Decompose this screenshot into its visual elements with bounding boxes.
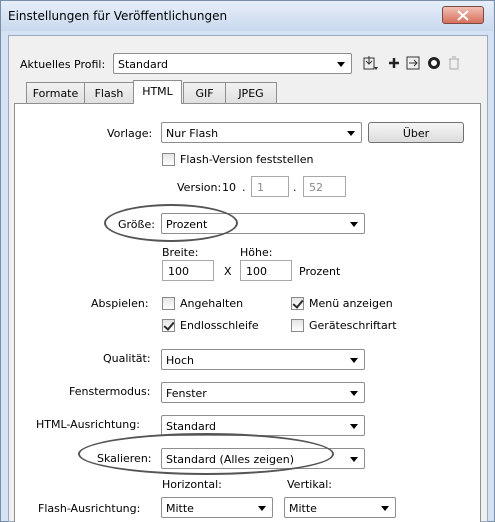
vertical-alignment-value: Mitte bbox=[289, 502, 317, 515]
scale-value: Standard (Alles zeigen) bbox=[166, 453, 295, 466]
device-font-label: Geräteschriftart bbox=[309, 319, 397, 332]
scale-label: Skalieren: bbox=[97, 452, 152, 465]
quality-label: Qualität: bbox=[103, 352, 151, 365]
times-label: X bbox=[224, 265, 232, 278]
height-field[interactable]: 100 bbox=[240, 260, 292, 281]
tab-label: GIF bbox=[195, 87, 214, 100]
template-label: Vorlage: bbox=[107, 127, 153, 140]
quality-select[interactable]: Hoch bbox=[161, 349, 365, 370]
show-menu-label: Menü anzeigen bbox=[309, 297, 393, 310]
close-icon bbox=[457, 10, 469, 21]
size-unit-label: Prozent bbox=[299, 265, 341, 278]
tab-label: Formate bbox=[32, 87, 79, 100]
device-font-checkbox[interactable] bbox=[291, 319, 304, 332]
tab-gif[interactable]: GIF bbox=[183, 82, 226, 103]
loop-checkbox[interactable] bbox=[162, 319, 175, 332]
version-label: Version: bbox=[177, 181, 222, 194]
vertical-alignment-select[interactable]: Mitte bbox=[284, 497, 396, 518]
window-mode-label: Fenstermodus: bbox=[69, 385, 151, 398]
import-export-icon[interactable] bbox=[362, 55, 378, 71]
window-mode-value: Fenster bbox=[166, 387, 207, 400]
tab-jpeg[interactable]: JPEG bbox=[225, 82, 277, 103]
version-minor-field[interactable]: 1 bbox=[251, 176, 289, 197]
tab-label: HTML bbox=[142, 85, 173, 98]
chevron-down-icon bbox=[350, 222, 358, 227]
profile-value: Standard bbox=[118, 58, 169, 71]
vertical-label: Vertikal: bbox=[287, 478, 333, 491]
version-separator: . bbox=[293, 181, 297, 194]
loop-label: Endlosschleife bbox=[180, 319, 259, 332]
playback-label: Abspielen: bbox=[91, 297, 149, 310]
add-icon[interactable] bbox=[386, 55, 402, 71]
chevron-down-icon bbox=[347, 131, 355, 136]
version-revision: 52 bbox=[309, 181, 323, 194]
chevron-down-icon bbox=[337, 62, 345, 67]
size-select[interactable]: Prozent bbox=[161, 213, 365, 234]
delete-icon[interactable] bbox=[446, 55, 462, 71]
html-alignment-label: HTML-Ausrichtung: bbox=[36, 418, 140, 431]
version-minor: 1 bbox=[257, 181, 264, 194]
chevron-down-icon bbox=[350, 424, 358, 429]
tab-html[interactable]: HTML bbox=[133, 80, 182, 104]
tab-label: Flash bbox=[94, 87, 124, 100]
chevron-down-icon bbox=[350, 358, 358, 363]
close-button[interactable] bbox=[442, 6, 484, 24]
html-alignment-value: Standard bbox=[166, 420, 217, 433]
detect-flash-checkbox[interactable] bbox=[162, 153, 175, 166]
tab-flash[interactable]: Flash bbox=[84, 82, 134, 103]
chevron-down-icon bbox=[350, 457, 358, 462]
detect-flash-label: Flash-Version feststellen bbox=[180, 153, 314, 166]
paused-label: Angehalten bbox=[180, 297, 244, 310]
size-label: Größe: bbox=[118, 218, 155, 231]
info-icon[interactable] bbox=[426, 55, 442, 71]
height-label: Höhe: bbox=[240, 246, 273, 259]
tab-formate[interactable]: Formate bbox=[26, 82, 85, 103]
tab-label: JPEG bbox=[238, 87, 264, 100]
height-value: 100 bbox=[246, 265, 267, 278]
width-value: 100 bbox=[168, 265, 189, 278]
template-select[interactable]: Nur Flash bbox=[161, 122, 362, 143]
flash-alignment-label: Flash-Ausrichtung: bbox=[38, 502, 141, 515]
horizontal-label: Horizontal: bbox=[162, 478, 222, 491]
profile-select[interactable]: Standard bbox=[113, 53, 352, 74]
show-menu-checkbox[interactable] bbox=[291, 297, 304, 310]
paused-checkbox[interactable] bbox=[162, 297, 175, 310]
quality-value: Hoch bbox=[166, 354, 195, 367]
version-revision-field[interactable]: 52 bbox=[303, 176, 346, 197]
template-info-label: Über bbox=[402, 127, 430, 140]
chevron-down-icon bbox=[350, 391, 358, 396]
size-value: Prozent bbox=[166, 218, 208, 231]
version-separator: . bbox=[242, 181, 246, 194]
scale-select[interactable]: Standard (Alles zeigen) bbox=[161, 448, 365, 469]
horizontal-alignment-select[interactable]: Mitte bbox=[161, 497, 273, 518]
window-mode-select[interactable]: Fenster bbox=[161, 382, 365, 403]
html-alignment-select[interactable]: Standard bbox=[161, 415, 365, 436]
template-info-button[interactable]: Über bbox=[368, 122, 464, 143]
duplicate-icon[interactable] bbox=[405, 55, 421, 71]
width-field[interactable]: 100 bbox=[162, 260, 214, 281]
profile-label: Aktuelles Profil: bbox=[20, 58, 106, 71]
version-major: 10 bbox=[222, 181, 236, 194]
window-title: Einstellungen für Veröffentlichungen bbox=[8, 9, 228, 23]
template-value: Nur Flash bbox=[166, 127, 219, 140]
chevron-down-icon bbox=[258, 506, 266, 511]
chevron-down-icon bbox=[381, 506, 389, 511]
horizontal-alignment-value: Mitte bbox=[166, 502, 194, 515]
width-label: Breite: bbox=[162, 246, 199, 259]
